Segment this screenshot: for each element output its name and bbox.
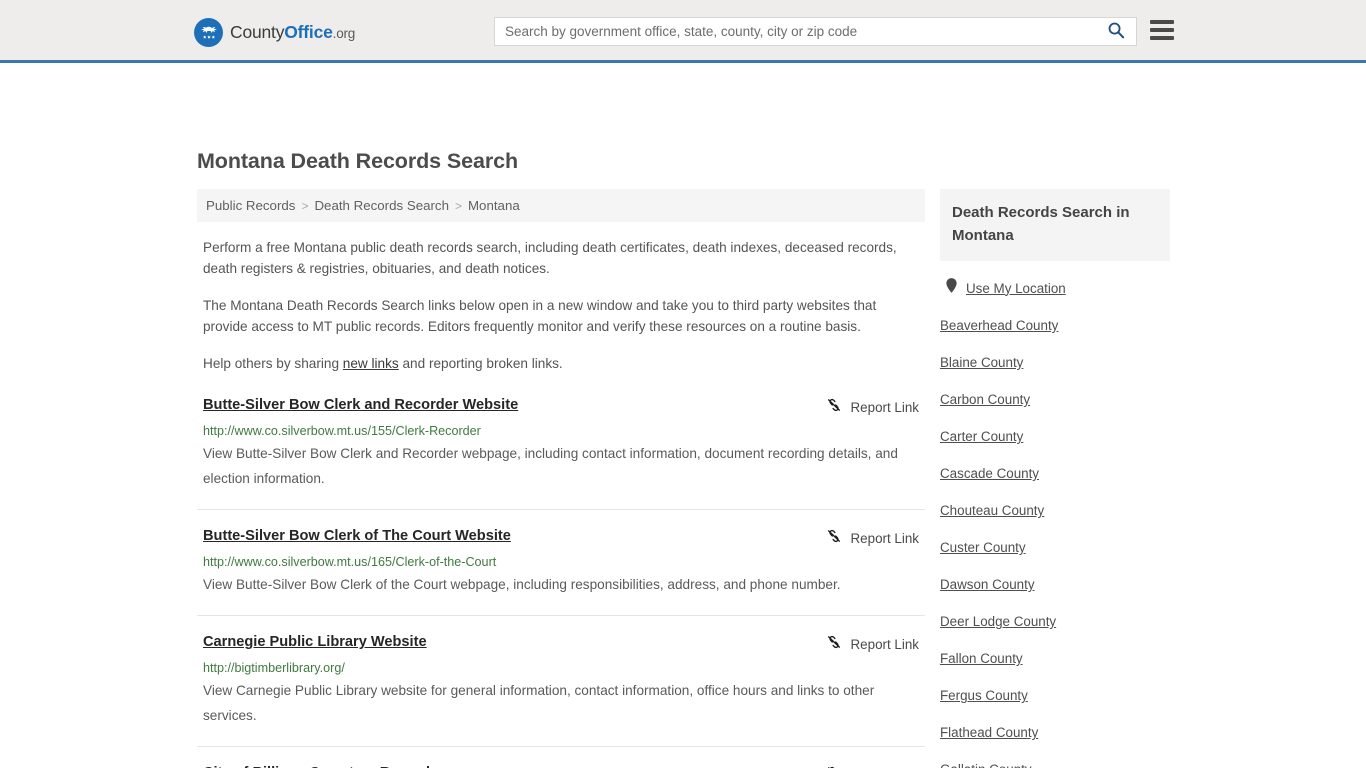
- county-link[interactable]: Chouteau County: [940, 503, 1044, 518]
- result-item: Carnegie Public Library Website Report L…: [197, 633, 925, 747]
- result-title-link[interactable]: Butte-Silver Bow Clerk of The Court Webs…: [203, 527, 511, 546]
- report-link-button[interactable]: Report Link: [826, 764, 919, 768]
- sidebar-item-county[interactable]: Fergus County: [940, 687, 1170, 705]
- result-url[interactable]: http://www.co.silverbow.mt.us/165/Clerk-…: [203, 554, 919, 570]
- hamburger-bar: [1150, 28, 1174, 32]
- county-link[interactable]: Fallon County: [940, 651, 1023, 666]
- report-link-button[interactable]: Report Link: [826, 527, 919, 549]
- sidebar-item-county[interactable]: Fallon County: [940, 650, 1170, 668]
- county-link[interactable]: Blaine County: [940, 355, 1023, 370]
- sidebar-item-county[interactable]: Blaine County: [940, 354, 1170, 372]
- county-link[interactable]: Cascade County: [940, 466, 1039, 481]
- report-link-label: Report Link: [850, 637, 919, 652]
- breadcrumb: Public Records > Death Records Search > …: [197, 189, 925, 222]
- result-item: Butte-Silver Bow Clerk of The Court Webs…: [197, 527, 925, 616]
- county-link[interactable]: Flathead County: [940, 725, 1038, 740]
- result-item: City of Billings Cemetery Records Report…: [197, 764, 925, 768]
- result-url[interactable]: http://www.co.silverbow.mt.us/155/Clerk-…: [203, 423, 919, 439]
- intro-paragraph-3: Help others by sharing new links and rep…: [203, 353, 919, 374]
- sidebar-links: Use My Location Beaverhead County Blaine…: [940, 278, 1170, 768]
- result-header: Butte-Silver Bow Clerk and Recorder Webs…: [203, 396, 919, 418]
- intro-p3-before: Help others by sharing: [203, 356, 343, 371]
- page-title: Montana Death Records Search: [197, 149, 518, 173]
- new-links-link[interactable]: new links: [343, 356, 399, 371]
- county-link[interactable]: Deer Lodge County: [940, 614, 1056, 629]
- logo-text-org: .org: [332, 26, 356, 41]
- sidebar-item-county[interactable]: Dawson County: [940, 576, 1170, 594]
- result-title-link[interactable]: City of Billings Cemetery Records: [203, 764, 438, 768]
- result-header: Butte-Silver Bow Clerk of The Court Webs…: [203, 527, 919, 549]
- result-description: View Carnegie Public Library website for…: [203, 683, 875, 723]
- sidebar-item-county[interactable]: Carter County: [940, 428, 1170, 446]
- sidebar-item-county[interactable]: Gallatin County: [940, 761, 1170, 768]
- logo-text-county: County: [230, 22, 285, 42]
- county-link[interactable]: Beaverhead County: [940, 318, 1058, 333]
- breadcrumb-separator: >: [301, 198, 309, 213]
- hamburger-menu-icon[interactable]: [1150, 20, 1174, 40]
- sidebar-item-county[interactable]: Custer County: [940, 539, 1170, 557]
- report-link-button[interactable]: Report Link: [826, 396, 919, 418]
- intro-section: Perform a free Montana public death reco…: [197, 237, 925, 374]
- intro-paragraph-2: The Montana Death Records Search links b…: [203, 298, 877, 334]
- eagle-seal-icon: [194, 18, 223, 47]
- result-url[interactable]: http://bigtimberlibrary.org/: [203, 660, 919, 676]
- result-item: Butte-Silver Bow Clerk and Recorder Webs…: [197, 396, 925, 510]
- sidebar-item-county[interactable]: Cascade County: [940, 465, 1170, 483]
- results-list: Butte-Silver Bow Clerk and Recorder Webs…: [197, 396, 925, 768]
- use-my-location-link[interactable]: Use My Location: [966, 281, 1066, 296]
- sidebar-item-county[interactable]: Beaverhead County: [940, 317, 1170, 335]
- intro-p3-after: and reporting broken links.: [398, 356, 563, 371]
- county-link[interactable]: Dawson County: [940, 577, 1035, 592]
- intro-paragraph-1: Perform a free Montana public death reco…: [203, 240, 897, 276]
- use-my-location-row[interactable]: Use My Location: [940, 278, 1170, 298]
- result-title-link[interactable]: Butte-Silver Bow Clerk and Recorder Webs…: [203, 396, 518, 415]
- main-content: Public Records > Death Records Search > …: [197, 189, 925, 768]
- sidebar-item-use-my-location[interactable]: Use My Location: [940, 278, 1170, 298]
- result-description: View Butte-Silver Bow Clerk and Recorder…: [203, 446, 898, 486]
- breadcrumb-item-public-records[interactable]: Public Records: [206, 198, 295, 213]
- sidebar-item-county[interactable]: Chouteau County: [940, 502, 1170, 520]
- breadcrumb-item-death-records-search[interactable]: Death Records Search: [314, 198, 449, 213]
- sidebar-item-county[interactable]: Flathead County: [940, 724, 1170, 742]
- broken-link-icon: [826, 397, 842, 418]
- breadcrumb-separator: >: [454, 198, 462, 213]
- broken-link-icon: [826, 528, 842, 549]
- result-description: View Butte-Silver Bow Clerk of the Court…: [203, 577, 841, 592]
- county-link[interactable]: Gallatin County: [940, 762, 1032, 768]
- county-link[interactable]: Fergus County: [940, 688, 1028, 703]
- report-link-button[interactable]: Report Link: [826, 633, 919, 655]
- sidebar: Death Records Search in Montana Use My L…: [940, 189, 1170, 768]
- report-link-label: Report Link: [850, 400, 919, 415]
- report-link-label: Report Link: [850, 531, 919, 546]
- search-icon: [1107, 21, 1125, 42]
- logo-text-office: Office: [284, 22, 333, 42]
- county-link[interactable]: Carter County: [940, 429, 1023, 444]
- county-link[interactable]: Carbon County: [940, 392, 1030, 407]
- sidebar-item-county[interactable]: Deer Lodge County: [940, 613, 1170, 631]
- map-pin-icon: [946, 278, 957, 298]
- search-button[interactable]: [1096, 18, 1136, 45]
- search-bar[interactable]: [494, 17, 1137, 46]
- broken-link-icon: [826, 634, 842, 655]
- site-logo[interactable]: CountyOffice.org: [194, 18, 355, 47]
- result-header: Carnegie Public Library Website Report L…: [203, 633, 919, 655]
- hamburger-bar: [1150, 20, 1174, 24]
- county-link[interactable]: Custer County: [940, 540, 1026, 555]
- sidebar-heading: Death Records Search in Montana: [940, 189, 1170, 261]
- search-input[interactable]: [495, 18, 1096, 45]
- breadcrumb-item-montana: Montana: [467, 198, 520, 213]
- result-header: City of Billings Cemetery Records Report…: [203, 764, 919, 768]
- hamburger-bar: [1150, 36, 1174, 40]
- result-title-link[interactable]: Carnegie Public Library Website: [203, 633, 427, 652]
- site-header: CountyOffice.org: [0, 0, 1366, 63]
- sidebar-item-county[interactable]: Carbon County: [940, 391, 1170, 409]
- site-logo-text: CountyOffice.org: [230, 22, 355, 43]
